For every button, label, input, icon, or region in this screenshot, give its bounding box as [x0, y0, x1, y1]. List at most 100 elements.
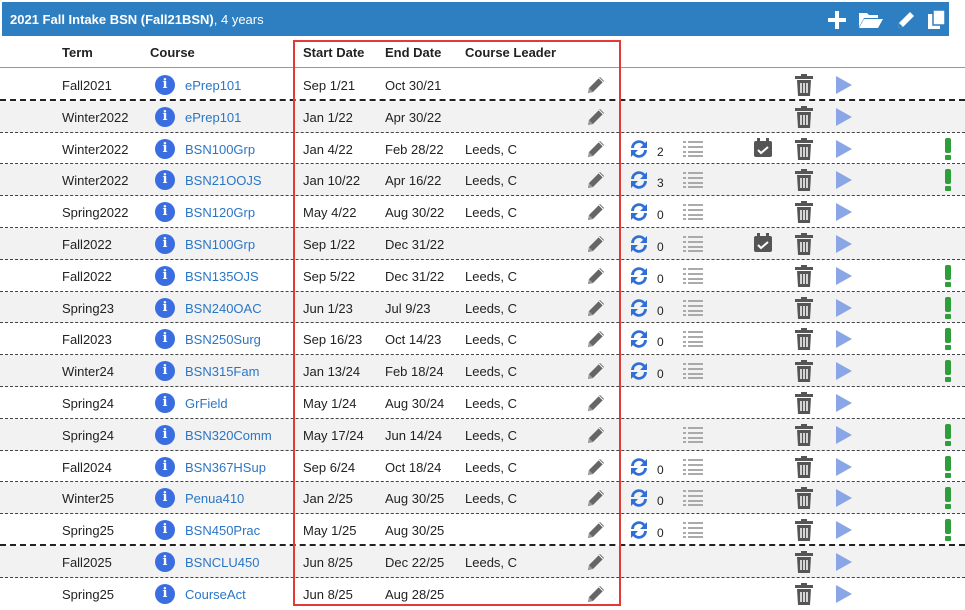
list-icon[interactable] — [682, 299, 704, 317]
info-icon[interactable]: i — [155, 202, 175, 223]
list-icon[interactable] — [682, 140, 704, 158]
play-icon[interactable] — [835, 298, 853, 318]
trash-icon[interactable] — [793, 200, 815, 224]
info-icon[interactable]: i — [155, 583, 175, 604]
play-icon[interactable] — [835, 584, 853, 604]
course-link[interactable]: BSN450Prac — [185, 523, 260, 538]
course-link[interactable]: BSNCLU450 — [185, 555, 259, 570]
play-icon[interactable] — [835, 234, 853, 254]
play-icon[interactable] — [835, 329, 853, 349]
info-icon[interactable]: i — [155, 392, 175, 413]
info-icon[interactable]: i — [155, 233, 175, 254]
sync-icon[interactable] — [627, 265, 651, 287]
edit-pencil-icon[interactable] — [585, 583, 607, 605]
info-icon[interactable]: i — [155, 138, 175, 159]
trash-icon[interactable] — [793, 486, 815, 510]
sync-icon[interactable] — [627, 328, 651, 350]
copy-icon[interactable] — [926, 9, 948, 31]
sync-icon[interactable] — [627, 360, 651, 382]
play-icon[interactable] — [835, 361, 853, 381]
sync-icon[interactable] — [627, 487, 651, 509]
course-link[interactable]: BSN100Grp — [185, 237, 255, 252]
edit-pencil-icon[interactable] — [585, 519, 607, 541]
list-icon[interactable] — [682, 458, 704, 476]
edit-pencil-icon[interactable] — [585, 297, 607, 319]
edit-pencil-icon[interactable] — [585, 392, 607, 414]
trash-icon[interactable] — [793, 550, 815, 574]
trash-icon[interactable] — [793, 359, 815, 383]
edit-pencil-icon[interactable] — [585, 551, 607, 573]
info-icon[interactable]: i — [155, 424, 175, 445]
list-icon[interactable] — [682, 203, 704, 221]
calendar-check-icon[interactable] — [752, 232, 774, 254]
info-icon[interactable]: i — [155, 488, 175, 509]
play-icon[interactable] — [835, 457, 853, 477]
trash-icon[interactable] — [793, 232, 815, 256]
course-link[interactable]: BSN240OAC — [185, 301, 262, 316]
edit-pencil-icon[interactable] — [585, 456, 607, 478]
edit-pencil-icon[interactable] — [585, 138, 607, 160]
edit-pencil-icon[interactable] — [585, 169, 607, 191]
play-icon[interactable] — [835, 425, 853, 445]
course-link[interactable]: ePrep101 — [185, 78, 241, 93]
sync-icon[interactable] — [627, 456, 651, 478]
info-icon[interactable]: i — [155, 75, 175, 95]
play-icon[interactable] — [835, 520, 853, 540]
trash-icon[interactable] — [793, 105, 815, 129]
play-icon[interactable] — [835, 488, 853, 508]
course-link[interactable]: BSN135OJS — [185, 269, 259, 284]
course-link[interactable]: BSN100Grp — [185, 142, 255, 157]
play-icon[interactable] — [835, 552, 853, 572]
info-icon[interactable]: i — [155, 106, 175, 127]
list-icon[interactable] — [682, 521, 704, 539]
sync-icon[interactable] — [627, 138, 651, 160]
edit-pencil-icon[interactable] — [585, 233, 607, 255]
trash-icon[interactable] — [793, 264, 815, 288]
trash-icon[interactable] — [793, 137, 815, 161]
edit-pencil-icon[interactable] — [585, 106, 607, 128]
play-icon[interactable] — [835, 393, 853, 413]
calendar-check-icon[interactable] — [752, 137, 774, 159]
list-icon[interactable] — [682, 426, 704, 444]
edit-pencil-icon[interactable] — [585, 328, 607, 350]
plus-icon[interactable] — [826, 9, 848, 31]
play-icon[interactable] — [835, 139, 853, 159]
edit-pencil-icon[interactable] — [585, 74, 607, 96]
trash-icon[interactable] — [793, 73, 815, 97]
trash-icon[interactable] — [793, 423, 815, 447]
trash-icon[interactable] — [793, 582, 815, 606]
sync-icon[interactable] — [627, 233, 651, 255]
list-icon[interactable] — [682, 235, 704, 253]
info-icon[interactable]: i — [155, 329, 175, 350]
edit-pencil-icon[interactable] — [585, 265, 607, 287]
course-link[interactable]: BSN120Grp — [185, 205, 255, 220]
trash-icon[interactable] — [793, 518, 815, 542]
course-link[interactable]: BSN315Fam — [185, 364, 259, 379]
course-link[interactable]: BSN320Comm — [185, 428, 272, 443]
trash-icon[interactable] — [793, 391, 815, 415]
play-icon[interactable] — [835, 202, 853, 222]
play-icon[interactable] — [835, 75, 853, 95]
trash-icon[interactable] — [793, 168, 815, 192]
info-icon[interactable]: i — [155, 520, 175, 541]
play-icon[interactable] — [835, 266, 853, 286]
info-icon[interactable]: i — [155, 551, 175, 572]
trash-icon[interactable] — [793, 296, 815, 320]
info-icon[interactable]: i — [155, 265, 175, 286]
folder-open-icon[interactable] — [858, 9, 884, 31]
list-icon[interactable] — [682, 362, 704, 380]
edit-pencil-icon[interactable] — [585, 487, 607, 509]
course-link[interactable]: BSN21OOJS — [185, 173, 262, 188]
list-icon[interactable] — [682, 330, 704, 348]
edit-pencil-icon[interactable] — [585, 360, 607, 382]
sync-icon[interactable] — [627, 519, 651, 541]
info-icon[interactable]: i — [155, 170, 175, 191]
edit-pencil-icon[interactable] — [585, 424, 607, 446]
course-link[interactable]: ePrep101 — [185, 110, 241, 125]
trash-icon[interactable] — [793, 455, 815, 479]
course-link[interactable]: BSN367HSup — [185, 460, 266, 475]
course-link[interactable]: Penua410 — [185, 491, 244, 506]
sync-icon[interactable] — [627, 201, 651, 223]
info-icon[interactable]: i — [155, 361, 175, 382]
play-icon[interactable] — [835, 107, 853, 127]
